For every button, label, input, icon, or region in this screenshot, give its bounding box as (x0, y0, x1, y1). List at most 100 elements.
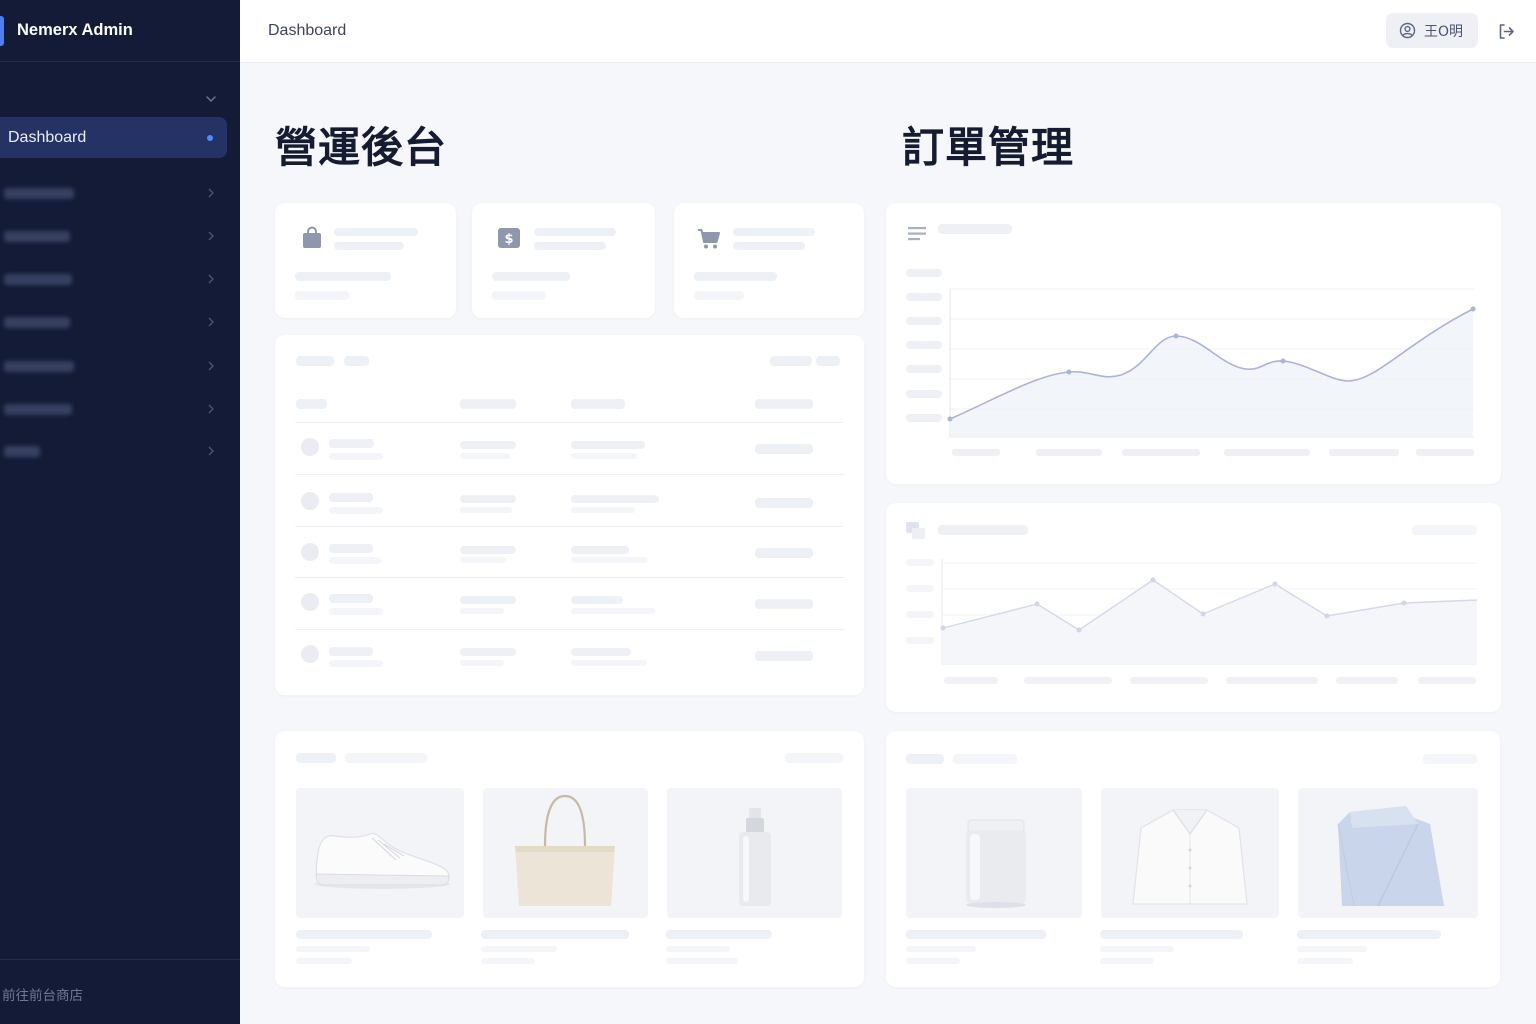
placeholder-bar (296, 356, 334, 366)
placeholder-bar (571, 557, 647, 563)
user-menu-button[interactable]: 王O明 (1386, 13, 1478, 48)
placeholder-button[interactable] (770, 356, 812, 366)
sidebar-item[interactable] (0, 222, 227, 250)
orders-chart-card (886, 503, 1501, 712)
placeholder-bar (534, 242, 606, 250)
placeholder-bar (481, 958, 535, 964)
brand[interactable]: Nemerx Admin (0, 0, 240, 62)
placeholder-bar (534, 228, 616, 236)
storefront-link[interactable]: 前往前台商店 (2, 984, 83, 1004)
placeholder-bar (460, 648, 516, 656)
placeholder-bar (481, 930, 629, 939)
placeholder-bar (344, 356, 369, 366)
placeholder-bar (755, 548, 813, 558)
product-tile[interactable] (296, 788, 464, 918)
jar-icon (966, 819, 1026, 908)
page-title: Dashboard (268, 22, 347, 39)
stat-card[interactable] (674, 203, 864, 318)
logout-icon[interactable] (1497, 22, 1516, 41)
placeholder-bar (571, 441, 645, 449)
placeholder-bar (953, 754, 1017, 764)
product-tile[interactable] (906, 788, 1082, 918)
placeholder-bar (1423, 754, 1477, 764)
sidebar-item-label-blurred (4, 274, 72, 285)
avatar (301, 543, 319, 561)
placeholder-bar (785, 753, 843, 763)
products-card (275, 731, 864, 987)
placeholder-bar (906, 930, 1046, 939)
products-card (886, 731, 1500, 987)
placeholder-bar (755, 498, 813, 508)
stat-card[interactable]: $ (472, 203, 655, 318)
table-divider (295, 422, 844, 423)
shirt-icon (1132, 809, 1248, 905)
placeholder-bar (571, 546, 629, 554)
placeholder-bar (755, 651, 813, 661)
placeholder-bar (1100, 958, 1154, 964)
sidebar-item[interactable] (0, 265, 227, 293)
placeholder-bar (733, 242, 805, 250)
sidebar-item[interactable] (0, 308, 227, 336)
placeholder-bar (460, 507, 512, 513)
sidebar-footer: 前往前台商店 (0, 959, 240, 1024)
sidebar-item-label-blurred (4, 446, 40, 457)
placeholder-bar (296, 958, 352, 964)
sidebar-item[interactable] (0, 437, 227, 465)
placeholder-bar (345, 753, 427, 763)
placeholder-bar (329, 439, 374, 448)
placeholder-bar (666, 958, 738, 964)
placeholder-bar (295, 291, 349, 300)
placeholder-bar (296, 753, 336, 763)
avatar (301, 593, 319, 611)
placeholder-bar (906, 958, 960, 964)
line-chart (940, 559, 1478, 684)
placeholder-bar (571, 495, 659, 503)
user-circle-icon (1399, 22, 1416, 39)
sidebar-item-label-blurred (4, 231, 70, 242)
product-tile[interactable] (667, 788, 842, 918)
placeholder-bar (460, 495, 516, 503)
sidebar-item-label-blurred (4, 404, 72, 415)
placeholder-bar (1297, 930, 1441, 939)
placeholder-bar (460, 608, 504, 614)
sidebar-item-label: Dashboard (8, 128, 87, 146)
placeholder-bar (329, 544, 373, 553)
orders-table-card (275, 335, 864, 695)
placeholder-bar (1100, 946, 1174, 952)
sales-chart-card (886, 203, 1501, 484)
table-divider (295, 577, 844, 578)
sidebar-item-dashboard[interactable]: Dashboard (0, 117, 227, 158)
placeholder-bar (295, 272, 391, 281)
placeholder-bar (460, 660, 504, 666)
placeholder-bar (329, 594, 373, 603)
stat-card[interactable] (275, 203, 456, 318)
sidebar: Nemerx Admin Dashboard 前往前台商店 (0, 0, 240, 1024)
table-header-cell (296, 399, 327, 409)
table-header-cell (460, 399, 516, 409)
product-tile[interactable] (1298, 788, 1478, 918)
chevron-down-icon[interactable] (204, 92, 218, 106)
placeholder-bar (571, 660, 647, 666)
chevron-right-icon (208, 188, 214, 198)
sidebar-item[interactable] (0, 352, 227, 380)
chevron-right-icon (208, 361, 214, 371)
table-header-cell (571, 399, 625, 409)
product-tile[interactable] (1101, 788, 1279, 918)
table-header-cell (755, 399, 813, 409)
placeholder-bar (1297, 958, 1353, 964)
brand-name: Nemerx Admin (17, 21, 133, 39)
sidebar-item-label-blurred (4, 317, 70, 328)
placeholder-bar (329, 608, 383, 615)
spray-bottle-icon (739, 808, 771, 906)
sidebar-item[interactable] (0, 179, 227, 207)
placeholder-bar (334, 242, 404, 250)
product-tile[interactable] (483, 788, 648, 918)
brand-accent (0, 16, 4, 46)
shopping-bag-icon (303, 226, 321, 248)
placeholder-button[interactable] (816, 356, 840, 366)
sidebar-item[interactable] (0, 395, 227, 423)
placeholder-bar (329, 647, 373, 656)
placeholder-bar (694, 291, 744, 300)
table-divider (295, 629, 844, 630)
chevron-right-icon (208, 404, 214, 414)
